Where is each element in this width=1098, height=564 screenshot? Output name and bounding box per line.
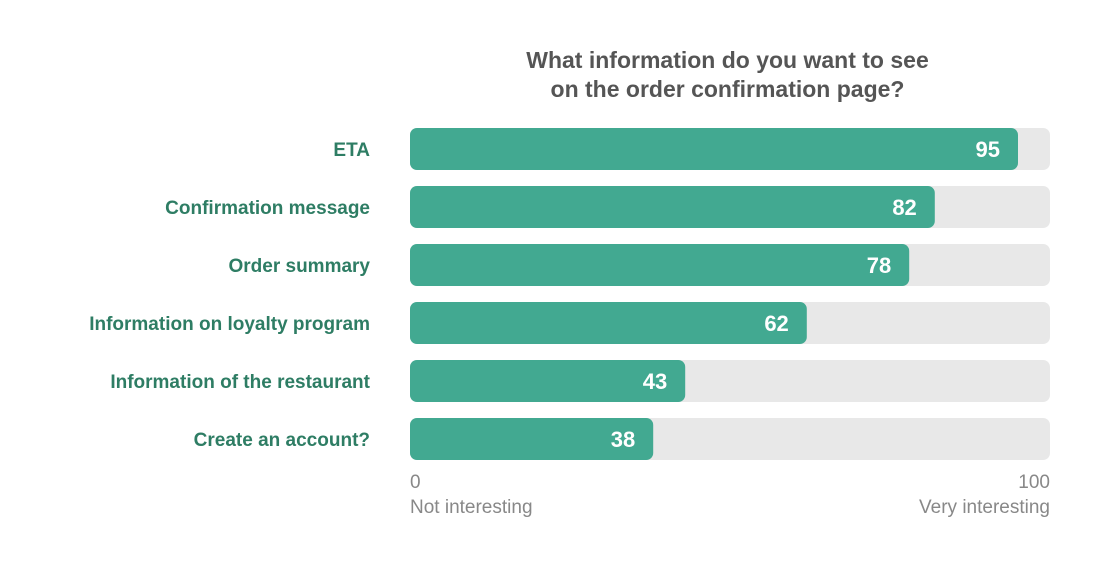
bar <box>410 186 935 228</box>
bar <box>410 302 807 344</box>
chart: What information do you want to see on t… <box>0 0 1098 564</box>
data-label: 95 <box>976 137 1000 162</box>
data-label: 43 <box>643 369 667 394</box>
bar <box>410 244 910 286</box>
x-max-descriptor: Very interesting <box>919 497 1050 518</box>
category-label: Information on loyalty program <box>89 314 370 335</box>
category-label: ETA <box>333 140 370 161</box>
data-label: 82 <box>892 195 916 220</box>
category-label: Confirmation message <box>165 198 370 219</box>
category-label: Order summary <box>228 256 370 277</box>
data-label: 38 <box>611 427 635 452</box>
bar-chart-svg: ETA 95 Confirmation message 82 Order summary… <box>89 128 1050 518</box>
x-min-descriptor: Not interesting <box>410 497 533 518</box>
data-label: 62 <box>764 311 788 336</box>
category-label: Information of the restaurant <box>110 372 370 393</box>
data-label: 78 <box>867 253 891 278</box>
x-tick-label: 0 <box>410 472 421 493</box>
bar <box>410 128 1018 170</box>
category-label: Create an account? <box>194 430 370 451</box>
x-tick-label: 100 <box>1018 472 1050 493</box>
